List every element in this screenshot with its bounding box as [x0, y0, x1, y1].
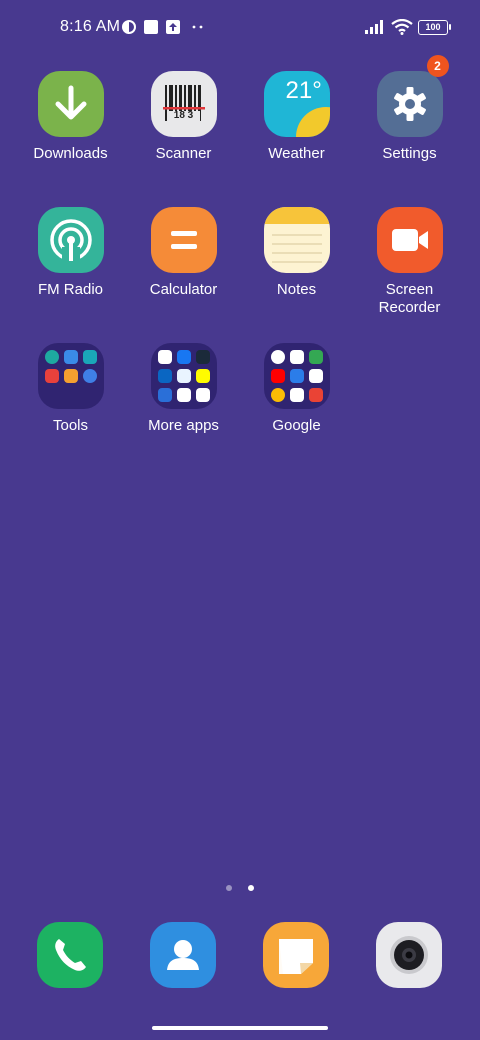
- app-label: Calculator: [149, 281, 218, 298]
- app-scanner[interactable]: 18 3 Scanner: [127, 71, 240, 163]
- weather-temperature: 21°: [285, 77, 322, 104]
- chrome-icon: [270, 388, 285, 402]
- maps-icon: [308, 350, 323, 364]
- app-calculator[interactable]: Calculator: [127, 207, 240, 299]
- app-fm-radio[interactable]: FM Radio: [14, 207, 127, 299]
- page-indicator: [0, 878, 480, 896]
- app-label: Screen Recorder: [353, 281, 466, 317]
- tool-app-icon: [44, 350, 59, 364]
- tool-app-icon: [82, 369, 97, 383]
- weather-icon: 21°: [263, 71, 330, 137]
- app-label: Settings: [382, 145, 437, 162]
- calculator-icon: [150, 207, 217, 273]
- notification-badge: 2: [426, 55, 449, 77]
- phone-icon[interactable]: [37, 922, 103, 988]
- app-grid: Downloads 18 3 Scanner 21° Weather 2 Set…: [0, 0, 480, 700]
- app-label: Google: [272, 417, 321, 434]
- tool-app-icon: [63, 350, 78, 364]
- tool-app-icon: [82, 350, 97, 364]
- assistant-icon: [195, 388, 210, 402]
- app-notes[interactable]: Notes: [240, 207, 353, 299]
- camera-icon[interactable]: [376, 922, 442, 988]
- tool-app-icon: [44, 369, 59, 383]
- dock: [0, 922, 480, 992]
- scanner-digits: 18 3: [173, 110, 194, 121]
- facebook-icon: [176, 350, 191, 364]
- app-downloads[interactable]: Downloads: [14, 71, 127, 163]
- app-weather[interactable]: 21° Weather: [240, 71, 353, 163]
- prime-video-icon: [195, 350, 210, 364]
- page-dot-active[interactable]: [248, 885, 255, 891]
- folder-icon: [150, 343, 217, 409]
- app-label: Weather: [268, 145, 325, 162]
- files-icon: [308, 369, 323, 383]
- tool-app-icon: [63, 369, 78, 383]
- home-indicator[interactable]: [152, 1026, 328, 1030]
- gear-icon: [376, 71, 443, 137]
- folder-icon: [263, 343, 330, 409]
- app-settings[interactable]: 2 Settings: [353, 55, 466, 163]
- radio-icon: [37, 207, 104, 273]
- snapchat-icon: [195, 369, 210, 383]
- meet-icon: [289, 369, 304, 383]
- folder-more-apps[interactable]: More apps: [127, 343, 240, 435]
- page-dot[interactable]: [225, 885, 232, 891]
- messages-icon[interactable]: [263, 922, 329, 988]
- booking-icon: [157, 388, 172, 402]
- youtube-icon: [270, 369, 285, 383]
- gmail-icon: [289, 350, 304, 364]
- app-label-line1: Screen: [385, 281, 434, 298]
- folder-tools[interactable]: Tools: [14, 343, 127, 435]
- photos-icon: [289, 388, 304, 402]
- google-icon: [270, 350, 285, 364]
- app-label: Scanner: [155, 145, 212, 162]
- app-screen-recorder[interactable]: Screen Recorder: [353, 207, 466, 317]
- barcode-scanner-icon: 18 3: [150, 71, 217, 137]
- amazon-icon: [157, 350, 172, 364]
- folder-icon: [37, 343, 104, 409]
- app-label: Notes: [276, 281, 317, 298]
- folder-google[interactable]: Google: [240, 343, 353, 435]
- app-label: Tools: [52, 417, 89, 434]
- app-icon: [176, 369, 191, 383]
- notes-icon: [263, 207, 330, 273]
- app-label-line2: Recorder: [378, 299, 441, 316]
- video-camera-icon: [376, 207, 443, 273]
- app-label: More apps: [148, 417, 219, 434]
- linkedin-icon: [157, 369, 172, 383]
- app-label: FM Radio: [37, 281, 104, 298]
- tv-icon: [308, 388, 323, 402]
- app-label: Downloads: [33, 145, 108, 162]
- play-store-icon: [176, 388, 191, 402]
- downloads-icon: [37, 71, 104, 137]
- contacts-icon[interactable]: [150, 922, 216, 988]
